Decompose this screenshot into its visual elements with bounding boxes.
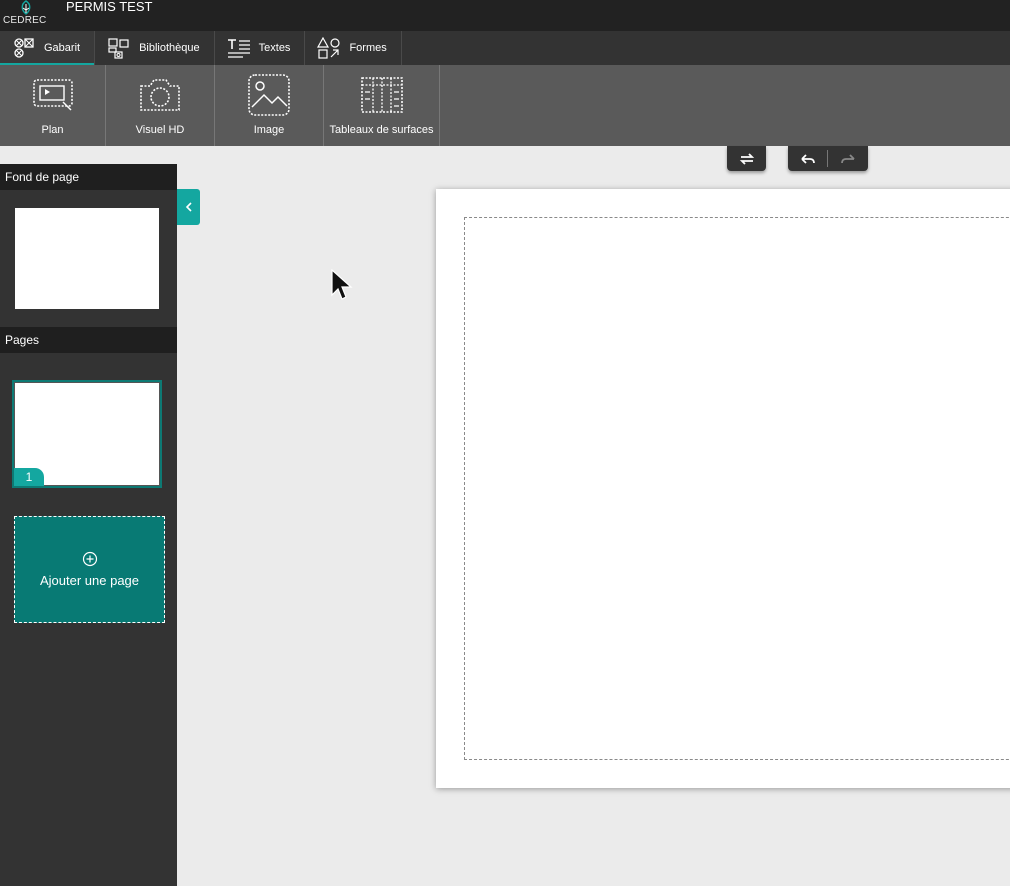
shapes-icon xyxy=(317,37,341,59)
plan-tool-label: Plan xyxy=(41,124,64,136)
logo-text: CEDREC xyxy=(3,15,47,26)
visuel-hd-tool-label: Visuel HD xyxy=(135,124,185,136)
tableaux-surfaces-tool-button[interactable]: Tableaux de surfaces xyxy=(324,65,440,146)
swap-arrows-icon xyxy=(739,152,754,165)
plus-circle-icon xyxy=(82,551,97,567)
undo-button[interactable] xyxy=(788,146,827,171)
chevron-left-icon xyxy=(185,202,192,212)
main-tabs: Gabarit Bibliothèque Textes Formes xyxy=(0,31,1010,65)
table-icon xyxy=(360,77,403,113)
tab-bibliotheque[interactable]: Bibliothèque xyxy=(95,31,215,65)
text-icon xyxy=(227,39,250,58)
image-tool-button[interactable]: Image xyxy=(215,65,324,146)
title-bar: CEDREC PERMIS TEST xyxy=(0,0,1010,31)
printable-area xyxy=(464,217,1010,760)
swap-button[interactable] xyxy=(727,146,766,171)
page-number-badge: 1 xyxy=(14,468,44,486)
tab-gabarit[interactable]: Gabarit xyxy=(0,31,96,65)
tab-formes[interactable]: Formes xyxy=(305,31,402,65)
history-toolbar xyxy=(788,146,868,171)
project-title: PERMIS TEST xyxy=(66,0,153,14)
library-icon xyxy=(108,38,129,59)
tableaux-surfaces-tool-label: Tableaux de surfaces xyxy=(329,124,434,136)
template-icon xyxy=(14,38,34,58)
plan-tool-button[interactable]: Plan xyxy=(0,65,106,146)
background-page-thumbnail[interactable] xyxy=(15,208,159,309)
tab-formes-label: Formes xyxy=(349,42,387,54)
tab-textes[interactable]: Textes xyxy=(215,31,306,65)
swap-toolbar xyxy=(727,146,766,171)
camera-icon xyxy=(140,79,180,111)
app-window: CEDREC PERMIS TEST Gabarit Bibliothèque … xyxy=(0,0,1010,886)
collapse-sidebar-button[interactable] xyxy=(177,189,200,225)
add-page-label: Ajouter une page xyxy=(39,573,140,588)
tab-gabarit-label: Gabarit xyxy=(44,42,81,54)
undo-icon xyxy=(800,153,815,164)
pages-header: Pages xyxy=(0,327,177,353)
leaf-logo-icon xyxy=(21,0,31,15)
tab-textes-label: Textes xyxy=(258,42,291,54)
mouse-cursor-icon xyxy=(331,269,353,300)
tool-ribbon: Plan Visuel HD Image Tableaux de surface… xyxy=(0,65,1010,146)
tab-bibliotheque-label: Bibliothèque xyxy=(139,42,200,54)
redo-icon xyxy=(840,153,855,163)
pages-sidebar: Fond de page Pages 1 Ajouter une page xyxy=(0,164,177,886)
canvas-page[interactable] xyxy=(436,189,1010,788)
fond-de-page-header: Fond de page xyxy=(0,164,177,190)
page-thumbnail[interactable]: 1 xyxy=(12,380,162,488)
plan-icon xyxy=(32,79,73,111)
image-icon xyxy=(248,74,290,116)
image-tool-label: Image xyxy=(253,124,285,136)
cedreo-logo: CEDREC xyxy=(2,0,50,31)
add-page-button[interactable]: Ajouter une page xyxy=(14,516,165,623)
visuel-hd-tool-button[interactable]: Visuel HD xyxy=(106,65,215,146)
redo-button[interactable] xyxy=(828,146,867,171)
